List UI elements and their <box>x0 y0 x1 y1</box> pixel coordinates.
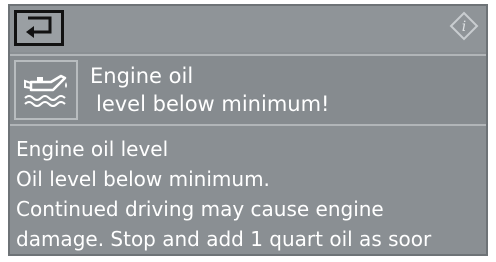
detail-line: Engine oil level <box>16 137 169 161</box>
info-diamond-icon: i <box>449 11 479 45</box>
engine-oil-can-icon <box>21 68 71 112</box>
message-icon-box <box>14 60 78 120</box>
detail-line: damage. Stop and add 1 quart oil as soor <box>16 227 432 251</box>
return-arrow-icon <box>22 14 56 42</box>
detail-line: Oil level below minimum. <box>16 167 270 191</box>
back-button[interactable] <box>14 10 64 46</box>
message-detail-text: Engine oil level Oil level below minimum… <box>16 134 486 254</box>
info-glyph: i <box>462 19 466 35</box>
top-bar: i <box>10 6 486 52</box>
message-title-line1: Engine oil <box>90 64 194 88</box>
check-control-message: Engine oil level below minimum! <box>10 54 486 126</box>
message-title: Engine oil level below minimum! <box>90 62 480 118</box>
detail-line: Continued driving may cause engine <box>16 197 384 221</box>
message-title-line2: level below minimum! <box>96 92 330 116</box>
info-button[interactable]: i <box>448 11 480 45</box>
display-screen: i Engine oil level below minimum! Engine… <box>8 4 488 256</box>
